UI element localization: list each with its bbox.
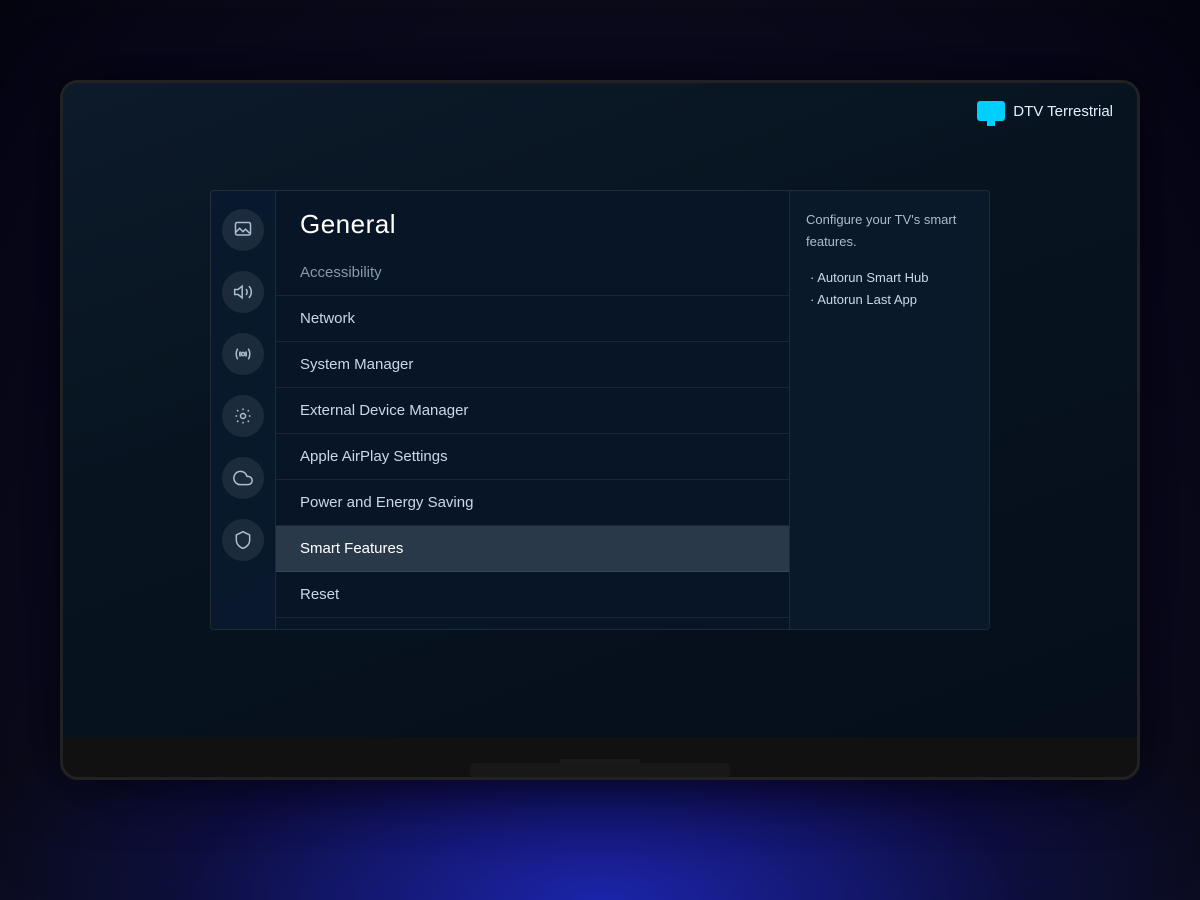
dtv-badge: DTV Terrestrial [977,101,1113,121]
side-info-description: Configure your TV's smart features. [806,209,973,253]
menu-item-smart-features[interactable]: Smart Features [276,526,789,572]
menu-item-power[interactable]: Power and Energy Saving [276,480,789,526]
main-menu: General Accessibility Network System Man… [276,191,789,629]
menu-list: Accessibility Network System Manager Ext… [276,250,789,629]
menu-item-accessibility[interactable]: Accessibility [276,250,789,296]
settings-panel: General Accessibility Network System Man… [210,190,990,630]
sidebar-item-sound[interactable] [222,271,264,313]
menu-item-external-device[interactable]: External Device Manager [276,388,789,434]
sidebar-item-picture[interactable] [222,209,264,251]
sidebar [211,191,276,629]
side-info-panel: Configure your TV's smart features. · Au… [789,191,989,629]
section-title: General [276,191,789,250]
stand-base [470,763,730,777]
sidebar-item-security[interactable] [222,519,264,561]
dtv-label: DTV Terrestrial [1013,103,1113,120]
menu-item-system-manager[interactable]: System Manager [276,342,789,388]
side-info-bullet-2: · Autorun Last App [810,289,973,311]
menu-item-network[interactable]: Network [276,296,789,342]
menu-item-airplay[interactable]: Apple AirPlay Settings [276,434,789,480]
sidebar-item-broadcast[interactable] [222,333,264,375]
side-info-bullet-1: · Autorun Smart Hub [810,267,973,289]
menu-item-reset[interactable]: Reset [276,572,789,618]
tv-screen: DTV Terrestrial [63,83,1137,737]
tv-frame: DTV Terrestrial [60,80,1140,780]
dtv-icon [977,101,1005,121]
sidebar-item-smarttv[interactable] [222,457,264,499]
sidebar-item-general[interactable] [222,395,264,437]
tv-stand [63,737,1137,777]
